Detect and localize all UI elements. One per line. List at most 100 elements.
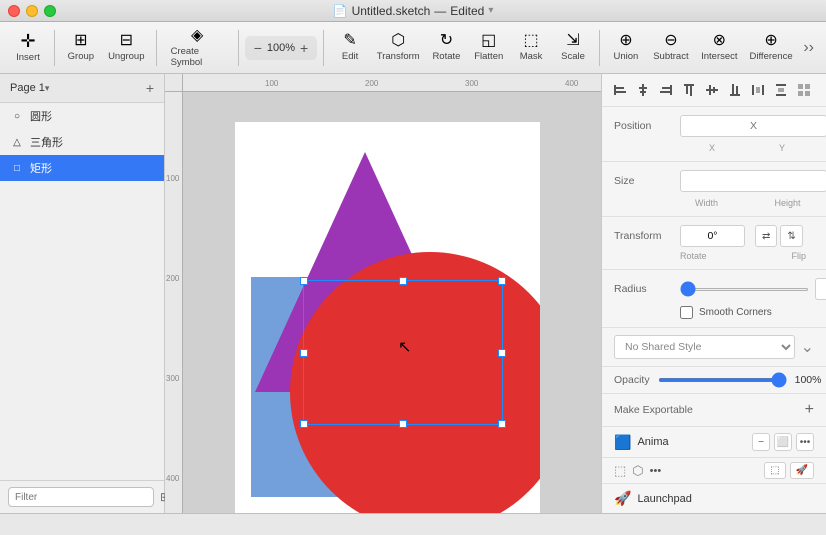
zoom-in-button[interactable]: +: [297, 40, 311, 56]
scale-icon: ⇲: [566, 33, 579, 49]
more-tools-button[interactable]: ››: [799, 39, 818, 57]
subtract-icon: ⊖: [664, 33, 677, 49]
shared-style-chevron[interactable]: ⌄: [801, 337, 814, 357]
radius-input[interactable]: [815, 278, 826, 300]
transform-section: Transform ⇄ ⇅ Rotate Flip: [602, 217, 826, 270]
align-middle-v-button[interactable]: [702, 80, 722, 100]
align-left-button[interactable]: [610, 80, 630, 100]
launchpad-name: Launchpad: [637, 493, 814, 505]
intersect-button[interactable]: ⊗ Intersect: [696, 29, 743, 66]
add-exportable-icon[interactable]: +: [805, 401, 814, 419]
x-label: X: [680, 143, 744, 153]
distribute-v-button[interactable]: [771, 80, 791, 100]
width-input[interactable]: [680, 170, 826, 192]
subtract-label: Subtract: [653, 51, 688, 62]
scale-button[interactable]: ⇲ Scale: [553, 29, 593, 66]
shared-style-select[interactable]: No Shared Style: [614, 335, 795, 359]
position-x-input[interactable]: [680, 115, 826, 137]
anima-expand-button[interactable]: ⬜: [774, 433, 792, 451]
subtract-button[interactable]: ⊖ Subtract: [648, 29, 694, 66]
align-top-button[interactable]: [679, 80, 699, 100]
union-button[interactable]: ⊕ Union: [606, 29, 646, 66]
maximize-button[interactable]: [44, 5, 56, 17]
align-right-button[interactable]: [656, 80, 676, 100]
filter-input[interactable]: [8, 487, 154, 507]
opacity-value: 100%: [795, 374, 822, 386]
zoom-out-button[interactable]: −: [251, 40, 265, 56]
titlebar: 📄 Untitled.sketch — Edited ▾: [0, 0, 826, 22]
layer-item-rect[interactable]: □ 矩形: [0, 155, 164, 181]
ruler-horizontal: 100 200 300 400: [165, 74, 601, 92]
title-status: Edited: [450, 4, 484, 18]
make-exportable-row[interactable]: Make Exportable +: [602, 394, 826, 427]
flatten-button[interactable]: ◱ Flatten: [468, 29, 509, 66]
toolbar-separator-2: [156, 30, 157, 66]
tidy-up-button[interactable]: [794, 80, 814, 100]
radius-slider[interactable]: [680, 288, 809, 291]
anima-plugin-row: 🟦 Anima − ⬜ •••: [602, 427, 826, 458]
align-bottom-button[interactable]: [725, 80, 745, 100]
mask-button[interactable]: ⬚ Mask: [511, 29, 551, 66]
anima-minimize-button[interactable]: −: [752, 433, 770, 451]
radius-label: Radius: [614, 283, 674, 295]
anima-sub-button2[interactable]: 🚀: [790, 462, 814, 479]
position-section: Position X Y: [602, 107, 826, 162]
triangle-layer-icon: △: [10, 137, 24, 148]
transform-row: Transform ⇄ ⇅: [614, 225, 814, 247]
close-button[interactable]: [8, 5, 20, 17]
edit-label: Edit: [342, 51, 358, 62]
insert-button[interactable]: ✛ Insert: [8, 28, 48, 67]
position-row: Position: [614, 115, 814, 137]
zoom-value[interactable]: 100%: [267, 42, 295, 54]
flip-h-button[interactable]: ⇄: [755, 225, 777, 247]
anima-sub-button1[interactable]: ⬚: [764, 462, 785, 479]
right-panel: Position X Y Size 🔒 Width Height: [601, 74, 826, 513]
opacity-slider[interactable]: [658, 378, 787, 382]
ungroup-button[interactable]: ⊟ Ungroup: [103, 29, 150, 66]
create-symbol-button[interactable]: ◈ Create Symbol: [163, 24, 232, 72]
toolbar-separator-3: [238, 30, 239, 66]
ruler-vertical: 100 200 300 400: [165, 92, 183, 513]
y-label: Y: [750, 143, 814, 153]
smooth-corners-label: Smooth Corners: [699, 307, 772, 318]
page-arrow-icon[interactable]: ▾: [45, 83, 50, 94]
title-text: Untitled.sketch: [352, 4, 431, 18]
layer-item-circle[interactable]: ○ 圆形: [0, 103, 164, 129]
canvas-content[interactable]: ↖: [183, 92, 601, 513]
smooth-corners-checkbox[interactable]: [680, 306, 693, 319]
align-center-h-button[interactable]: [633, 80, 653, 100]
sidebar-bottom: ⊞ ✎ 1: [0, 480, 164, 513]
edit-button[interactable]: ✎ Edit: [330, 29, 370, 66]
insert-icon: ✛: [20, 32, 35, 50]
anima-name: Anima: [637, 436, 746, 448]
difference-label: Difference: [749, 51, 792, 62]
canvas-area[interactable]: 100 200 300 400 100 200 300 400: [165, 74, 601, 513]
rotate-input[interactable]: [680, 225, 745, 247]
anima-sub-more[interactable]: •••: [650, 465, 662, 477]
anima-more-button[interactable]: •••: [796, 433, 814, 451]
minimize-button[interactable]: [26, 5, 38, 17]
rotate-button[interactable]: ↻ Rotate: [426, 29, 466, 66]
flip-v-button[interactable]: ⇅: [780, 225, 802, 247]
group-button[interactable]: ⊞ Group: [61, 29, 101, 66]
add-layer-button[interactable]: +: [146, 80, 154, 96]
ungroup-label: Ungroup: [108, 51, 144, 62]
layer-item-triangle[interactable]: △ 三角形: [0, 129, 164, 155]
ruler-h-300: 300: [465, 79, 478, 88]
circle-layer-icon: ○: [10, 111, 24, 122]
smooth-corners-row: Smooth Corners: [614, 306, 814, 319]
title-arrow[interactable]: ▾: [488, 5, 493, 16]
edit-icon: ✎: [343, 33, 356, 49]
ruler-v-300: 300: [166, 374, 179, 383]
position-label: Position: [614, 120, 674, 132]
circle-layer-name: 圆形: [30, 108, 52, 124]
shapes-svg: [235, 122, 540, 513]
page-title[interactable]: Page 1: [10, 82, 45, 94]
opacity-row: Opacity 100%: [602, 367, 826, 394]
difference-button[interactable]: ⊕ Difference: [745, 29, 798, 66]
ungroup-icon: ⊟: [120, 33, 133, 49]
transform-button[interactable]: ⬡ Transform: [372, 29, 424, 66]
distribute-h-button[interactable]: [748, 80, 768, 100]
anima-actions: − ⬜ •••: [752, 433, 814, 451]
title-separator: —: [434, 4, 446, 18]
